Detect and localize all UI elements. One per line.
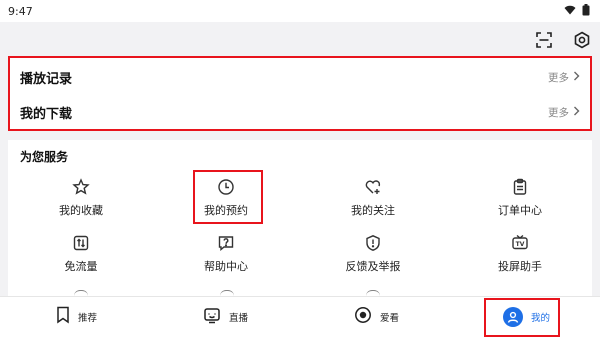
user-icon <box>503 307 523 327</box>
status-icons <box>564 3 590 19</box>
traffic-icon <box>71 233 91 253</box>
service-favorites[interactable]: 我的收藏 <box>26 177 136 225</box>
top-actions <box>534 30 592 50</box>
history-card: 播放记录 更多 我的下载 更多 <box>8 56 592 131</box>
nav-recommend[interactable]: 推荐 <box>56 306 97 327</box>
clipboard-icon <box>510 177 530 197</box>
service-favorites-label: 我的收藏 <box>59 204 103 217</box>
question-icon <box>216 233 236 253</box>
service-free-traffic-label: 免流量 <box>64 260 98 273</box>
service-cast-assistant-label: 投屏助手 <box>498 260 542 273</box>
battery-icon <box>582 3 590 19</box>
service-reservations-label: 我的预约 <box>204 204 248 217</box>
service-cast-assistant[interactable]: TV 投屏助手 <box>465 233 575 281</box>
nav-live-label: 直播 <box>229 312 249 324</box>
service-help-center-label: 帮助中心 <box>204 260 248 273</box>
downloads-title: 我的下载 <box>20 107 73 122</box>
history-row-downloads[interactable]: 我的下载 更多 <box>10 95 590 130</box>
service-reservations[interactable]: 我的预约 <box>171 177 281 225</box>
service-help-center[interactable]: 帮助中心 <box>171 233 281 281</box>
chevron-right-icon <box>573 106 580 119</box>
nav-watch-label: 爱看 <box>380 312 400 324</box>
service-feedback-label: 反馈及举报 <box>345 260 401 273</box>
downloads-more[interactable]: 更多 <box>548 105 580 120</box>
downloads-more-label: 更多 <box>548 107 569 119</box>
nav-recommend-label: 推荐 <box>78 312 98 324</box>
shield-alert-icon <box>363 233 383 253</box>
nav-watch[interactable]: 爱看 <box>354 306 399 327</box>
clock-icon <box>216 177 236 197</box>
service-orders-label: 订单中心 <box>498 204 542 217</box>
nav-mine-label: 我的 <box>531 313 551 324</box>
service-orders[interactable]: 订单中心 <box>465 177 575 225</box>
scan-icon[interactable] <box>534 30 554 50</box>
nav-mine[interactable]: 我的 <box>503 307 550 327</box>
record-icon <box>354 306 372 327</box>
services-section: 为您服务 我的收藏 我的预约 我的关注 订单中心 免流量 帮助中心 反馈及举报 … <box>8 140 592 300</box>
tv-icon: TV <box>510 233 530 253</box>
play-record-more[interactable]: 更多 <box>548 70 580 85</box>
status-bar: 9:47 <box>0 0 600 22</box>
nav-live[interactable]: 直播 <box>203 306 248 327</box>
status-time: 9:47 <box>8 4 33 18</box>
heart-plus-icon <box>363 177 383 197</box>
play-record-more-label: 更多 <box>548 72 569 84</box>
chevron-right-icon <box>573 71 580 84</box>
settings-icon[interactable] <box>572 30 592 50</box>
services-title: 为您服务 <box>20 150 69 164</box>
service-following[interactable]: 我的关注 <box>318 177 428 225</box>
bookmark-icon <box>56 306 70 327</box>
star-icon <box>71 177 91 197</box>
history-row-play-record[interactable]: 播放记录 更多 <box>10 60 590 95</box>
service-following-label: 我的关注 <box>351 204 395 217</box>
live-tv-icon <box>203 306 221 327</box>
wifi-icon <box>564 5 576 18</box>
svg-text:TV: TV <box>516 241 525 248</box>
play-record-title: 播放记录 <box>20 72 73 87</box>
bottom-nav: 推荐 直播 爱看 我的 <box>0 296 600 337</box>
service-feedback[interactable]: 反馈及举报 <box>318 233 428 281</box>
service-free-traffic[interactable]: 免流量 <box>26 233 136 281</box>
